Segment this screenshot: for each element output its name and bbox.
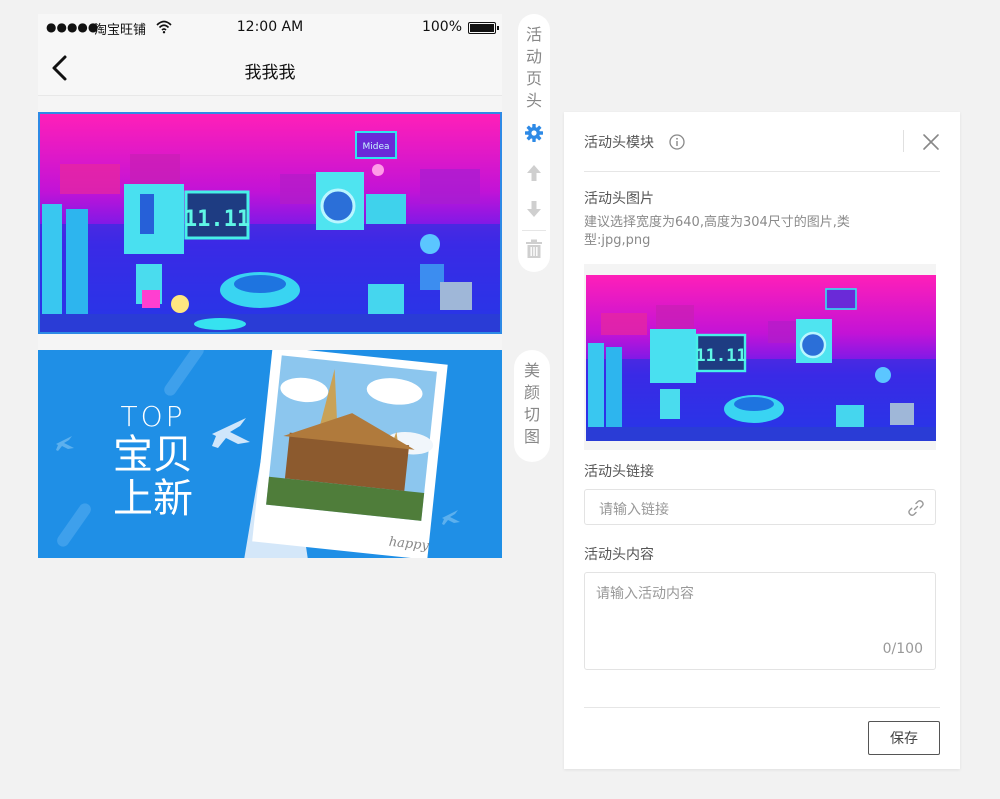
banner-line-2: 上新 [113, 476, 193, 522]
battery-percent: 100% [421, 19, 462, 35]
delete-button[interactable] [518, 232, 550, 266]
phone-preview: ●●●●● 淘宝旺铺 12:00 AM 100% 我我我 11.11 Midea… [38, 14, 502, 558]
save-button[interactable]: 保存 [868, 721, 940, 755]
link-label: 活动头链接 [584, 464, 654, 480]
nav-bar: 我我我 [38, 42, 502, 96]
panel-title: 活动头模块 [584, 135, 654, 151]
trash-icon [526, 239, 542, 258]
footer-separator [584, 707, 940, 708]
banner-badge: 11.11 [184, 207, 250, 232]
settings-button[interactable] [518, 116, 550, 150]
status-bar: ●●●●● 淘宝旺铺 12:00 AM 100% [38, 14, 502, 42]
banner-headline: TOP 宝贝 上新 [98, 400, 208, 521]
banner-line-1: 宝贝 [113, 432, 193, 478]
move-down-button[interactable] [518, 192, 550, 226]
link-placeholder: 请输入链接 [599, 502, 669, 518]
link-icon [908, 500, 924, 516]
image-hint: 建议选择宽度为640,高度为304尺寸的图片,类型:jpg,png [584, 215, 850, 248]
header-separator [584, 171, 940, 172]
image-preview[interactable]: 11.11 [584, 264, 936, 450]
midea-1111-illustration: 11.11 Midea [40, 114, 500, 332]
page-title: 我我我 [244, 63, 296, 83]
link-input[interactable]: 请输入链接 [584, 489, 936, 525]
activity-header-settings-panel: 活动头模块 活动头图片 建议选择宽度为640,高度为304尺寸的图片,类型:jp… [564, 112, 960, 769]
activity-header-banner[interactable]: 11.11 Midea [38, 112, 502, 334]
toolbar-label-activity-header: 活 动 页 头 [525, 25, 542, 110]
banner-logo: Midea [362, 142, 389, 152]
preview-badge: 11.11 [695, 346, 746, 366]
arrow-up-icon [527, 165, 541, 181]
toolbar-divider [522, 230, 546, 231]
battery-icon [468, 22, 499, 34]
beauty-cut-toolbar[interactable]: 美 颜 切 图 [514, 350, 550, 462]
char-counter: 0/100 [882, 641, 923, 657]
banner-top-text: TOP [120, 400, 186, 433]
activity-header-toolbar: 活 动 页 头 [518, 14, 550, 272]
arrow-down-icon [527, 201, 541, 217]
info-icon[interactable] [669, 134, 685, 150]
image-label: 活动头图片 [584, 191, 654, 207]
close-icon[interactable] [921, 132, 941, 152]
header-divider [903, 130, 904, 152]
move-up-button[interactable] [518, 156, 550, 190]
content-placeholder: 请输入活动内容 [596, 586, 694, 602]
preview-illustration: 11.11 [586, 275, 936, 441]
content-label: 活动头内容 [584, 547, 654, 563]
product-new-banner[interactable]: happy TOP 宝贝 上新 [38, 350, 502, 558]
content-textarea[interactable]: 请输入活动内容 0/100 [584, 572, 936, 670]
gear-icon [525, 124, 543, 142]
toolbar-label-beauty-cut: 美 颜 切 图 [523, 361, 540, 446]
